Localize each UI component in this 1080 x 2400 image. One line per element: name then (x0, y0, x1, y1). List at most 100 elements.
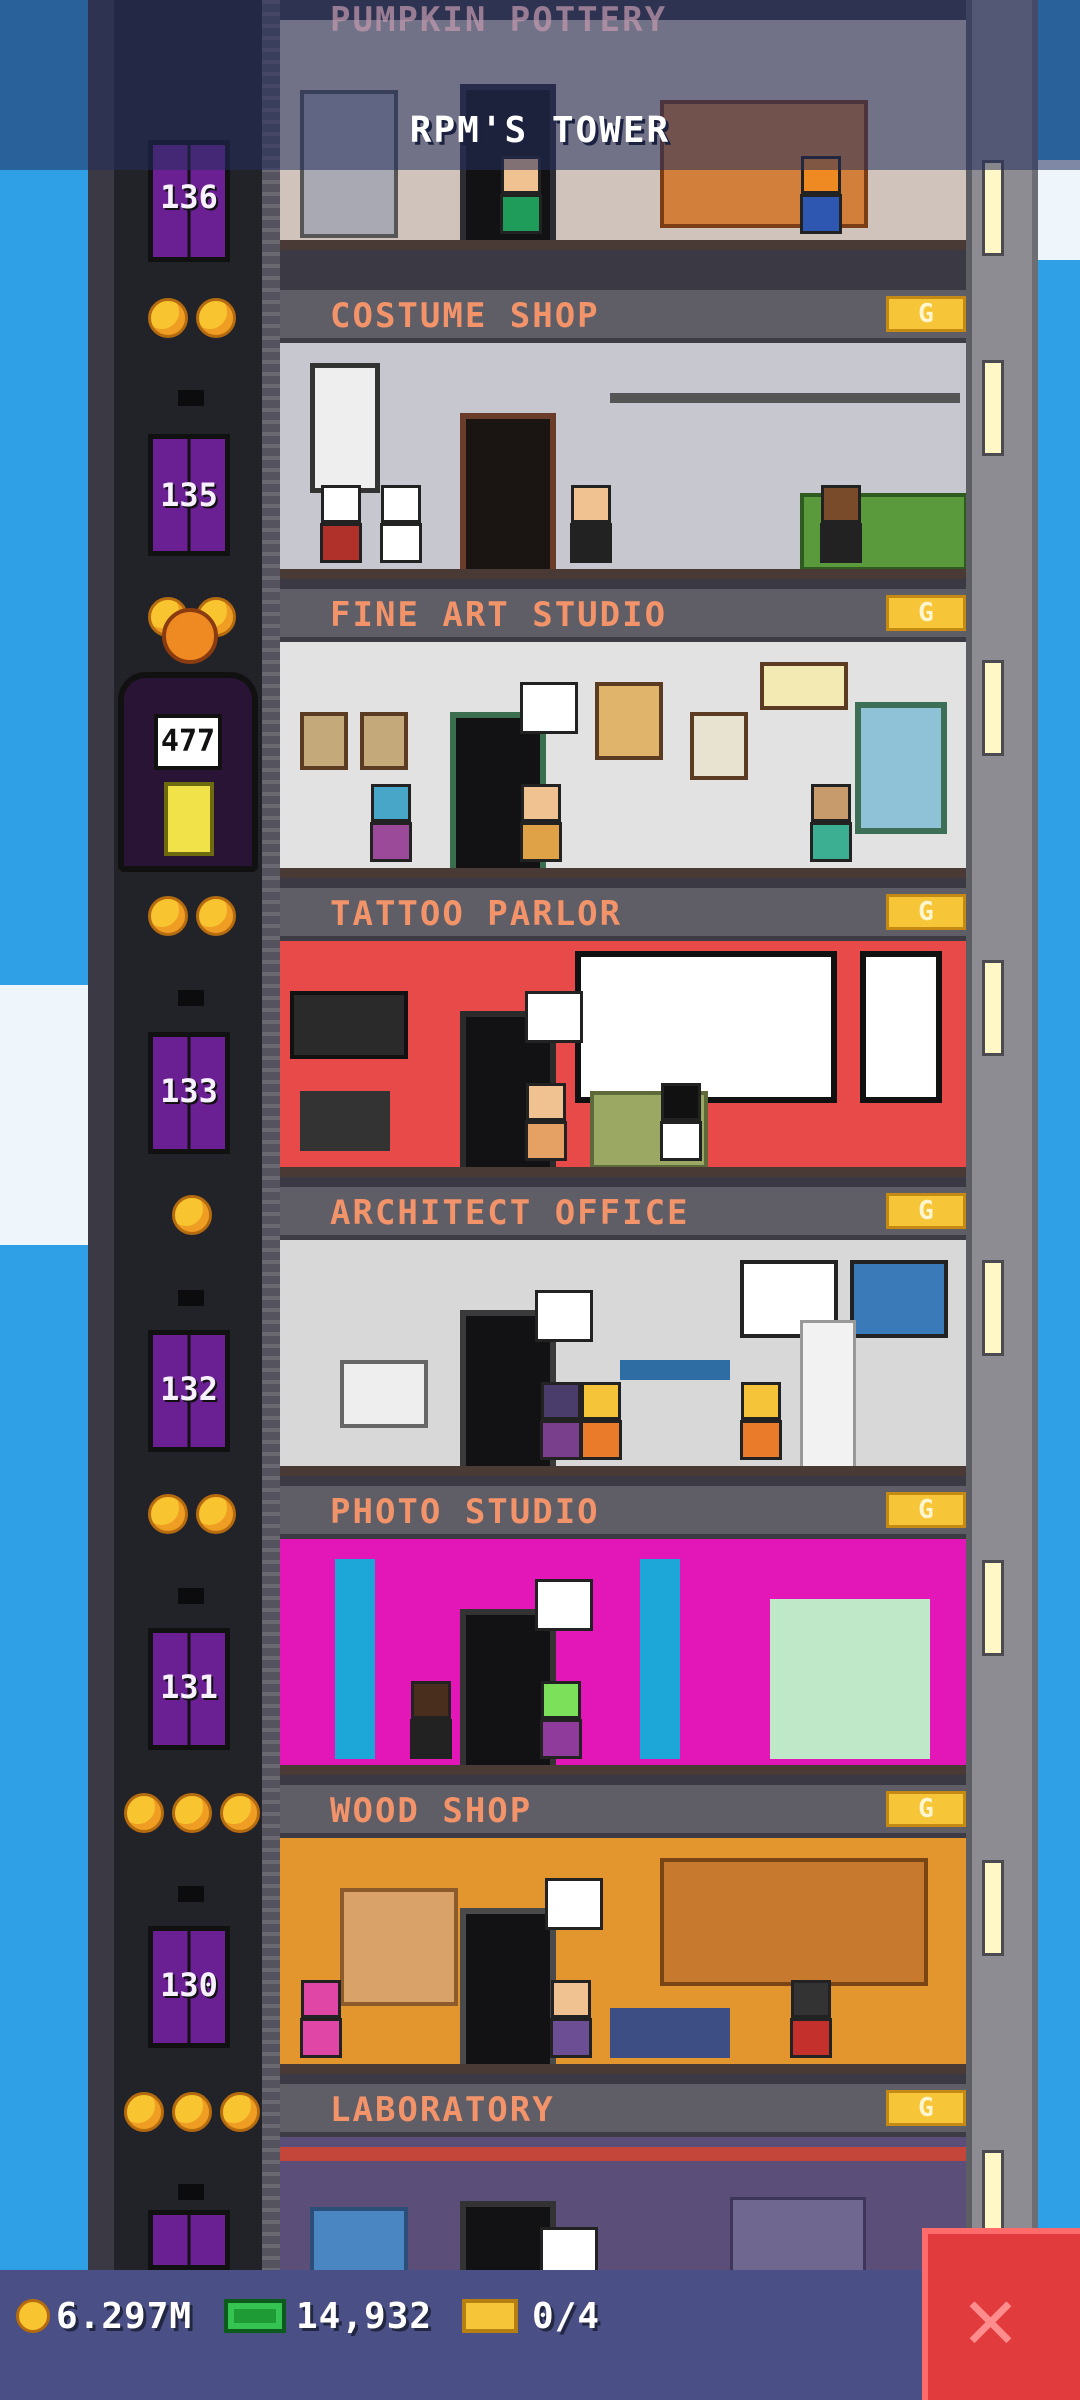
character[interactable] (540, 1382, 582, 1462)
floor-architect-office[interactable]: ARCHITECT OFFICE G (280, 1187, 966, 1486)
close-button[interactable]: ✕ (922, 2228, 1080, 2400)
floor-room (280, 2137, 966, 2277)
elevator-floor-number: 136 (160, 178, 218, 216)
gold-badge[interactable]: G (886, 1492, 966, 1528)
floor-wood-shop[interactable]: WOOD SHOP G (280, 1785, 966, 2084)
coin-icon[interactable] (148, 298, 188, 338)
floor-room (280, 1838, 966, 2074)
bat-icon (178, 390, 204, 406)
gold-badge[interactable]: G (886, 595, 966, 631)
floor-base (280, 240, 966, 250)
floor-name: WOOD SHOP (330, 1791, 533, 1831)
character[interactable] (580, 1382, 622, 1462)
tower-window (982, 360, 1004, 456)
coin-icon[interactable] (148, 896, 188, 936)
floor-name-band: WOOD SHOP G (280, 1785, 966, 1838)
photo-backdrop (770, 1599, 930, 1759)
door (460, 413, 556, 569)
character[interactable] (550, 1980, 592, 2060)
bat-icon (178, 1886, 204, 1902)
character[interactable] (380, 485, 422, 565)
floor-fine-art-studio[interactable]: FINE ART STUDIO G (280, 589, 966, 888)
floor-tattoo-parlor[interactable]: TATTOO PARLOR G (280, 888, 966, 1187)
coin-icon[interactable] (124, 2092, 164, 2132)
character[interactable] (300, 1980, 342, 2060)
floor-room (280, 941, 966, 1177)
coin-icon[interactable] (148, 1494, 188, 1534)
coin-icon[interactable] (220, 2092, 260, 2132)
clothes-rack (610, 393, 960, 403)
floor-base (280, 868, 966, 878)
coin-icon[interactable] (196, 896, 236, 936)
speech-bubble[interactable] (545, 1878, 603, 1930)
floor-name-band: FINE ART STUDIO G (280, 589, 966, 642)
building-model (800, 1320, 856, 1476)
character[interactable] (540, 1681, 582, 1761)
close-x-icon: ✕ (964, 2266, 1017, 2369)
elevator-floor-number: 135 (160, 476, 218, 514)
coin-icon[interactable] (196, 298, 236, 338)
character[interactable] (320, 485, 362, 565)
floor-photo-studio[interactable]: PHOTO STUDIO G (280, 1486, 966, 1785)
coin-icon[interactable] (196, 1494, 236, 1534)
speech-bubble[interactable] (535, 1579, 593, 1631)
character[interactable] (370, 784, 412, 864)
coin-icon[interactable] (220, 1793, 260, 1833)
tower-window (982, 1560, 1004, 1656)
top-header: PUMPKIN POTTERY RPM'S TOWER (0, 0, 1080, 170)
floor-base (280, 569, 966, 579)
character[interactable] (740, 1382, 782, 1462)
gold-badge[interactable]: G (886, 1791, 966, 1827)
character[interactable] (570, 485, 612, 565)
elevator-counter: 477 (154, 714, 222, 770)
elevator-floor-number: 130 (160, 1966, 218, 2004)
speech-bubble[interactable] (535, 1290, 593, 1342)
elevator-door[interactable] (148, 2210, 230, 2270)
golden-ticket-icon (462, 2299, 518, 2333)
elevator-current-floor: 477 (160, 724, 216, 759)
elevator-floor-number: 133 (160, 1072, 218, 1110)
floor-laboratory[interactable]: LABORATORY G (280, 2084, 966, 2277)
floor-room (280, 343, 966, 579)
lab-shelf (730, 2197, 866, 2277)
coin-icon[interactable] (172, 1195, 212, 1235)
character[interactable] (525, 1083, 567, 1163)
coin-icon[interactable] (172, 2092, 212, 2132)
character[interactable] (660, 1083, 702, 1163)
gold-badge[interactable]: G (886, 894, 966, 930)
blueprint (850, 1260, 948, 1338)
tower-window (982, 160, 1004, 256)
golden-ticket-count[interactable]: 0/4 (462, 2290, 600, 2342)
golden-ticket-amount: 0/4 (532, 2295, 601, 2337)
speech-bubble[interactable] (525, 991, 583, 1043)
cabinet (290, 991, 408, 1059)
tower-title[interactable]: RPM'S TOWER (0, 110, 1080, 151)
character[interactable] (810, 784, 852, 864)
tower-window (982, 1860, 1004, 1956)
coin-icon[interactable] (124, 1793, 164, 1833)
window (855, 702, 947, 834)
character[interactable] (410, 1681, 452, 1761)
painting (360, 712, 408, 770)
pumpkin-icon (162, 608, 218, 664)
gold-badge[interactable]: G (886, 296, 966, 332)
easel (340, 1360, 428, 1428)
bux-balance[interactable]: 14,932 (224, 2290, 432, 2342)
tower-window (982, 960, 1004, 1056)
floor-room (280, 1240, 966, 1476)
elevator-car-active[interactable]: 477 (118, 608, 258, 872)
bux-amount: 14,932 (296, 2295, 433, 2337)
floor-costume-shop[interactable]: COSTUME SHOP G (280, 290, 966, 589)
gold-badge[interactable]: G (886, 2090, 966, 2126)
coin-balance[interactable]: 6.297M (16, 2290, 192, 2342)
bat-icon (178, 1588, 204, 1604)
elevator-passenger[interactable] (164, 782, 214, 856)
gold-badge[interactable]: G (886, 1193, 966, 1229)
speech-bubble[interactable] (520, 682, 578, 734)
pegboard (340, 1888, 458, 2006)
elevator-rail (262, 0, 280, 2400)
character[interactable] (790, 1980, 832, 2060)
character[interactable] (820, 485, 862, 565)
character[interactable] (520, 784, 562, 864)
coin-icon[interactable] (172, 1793, 212, 1833)
